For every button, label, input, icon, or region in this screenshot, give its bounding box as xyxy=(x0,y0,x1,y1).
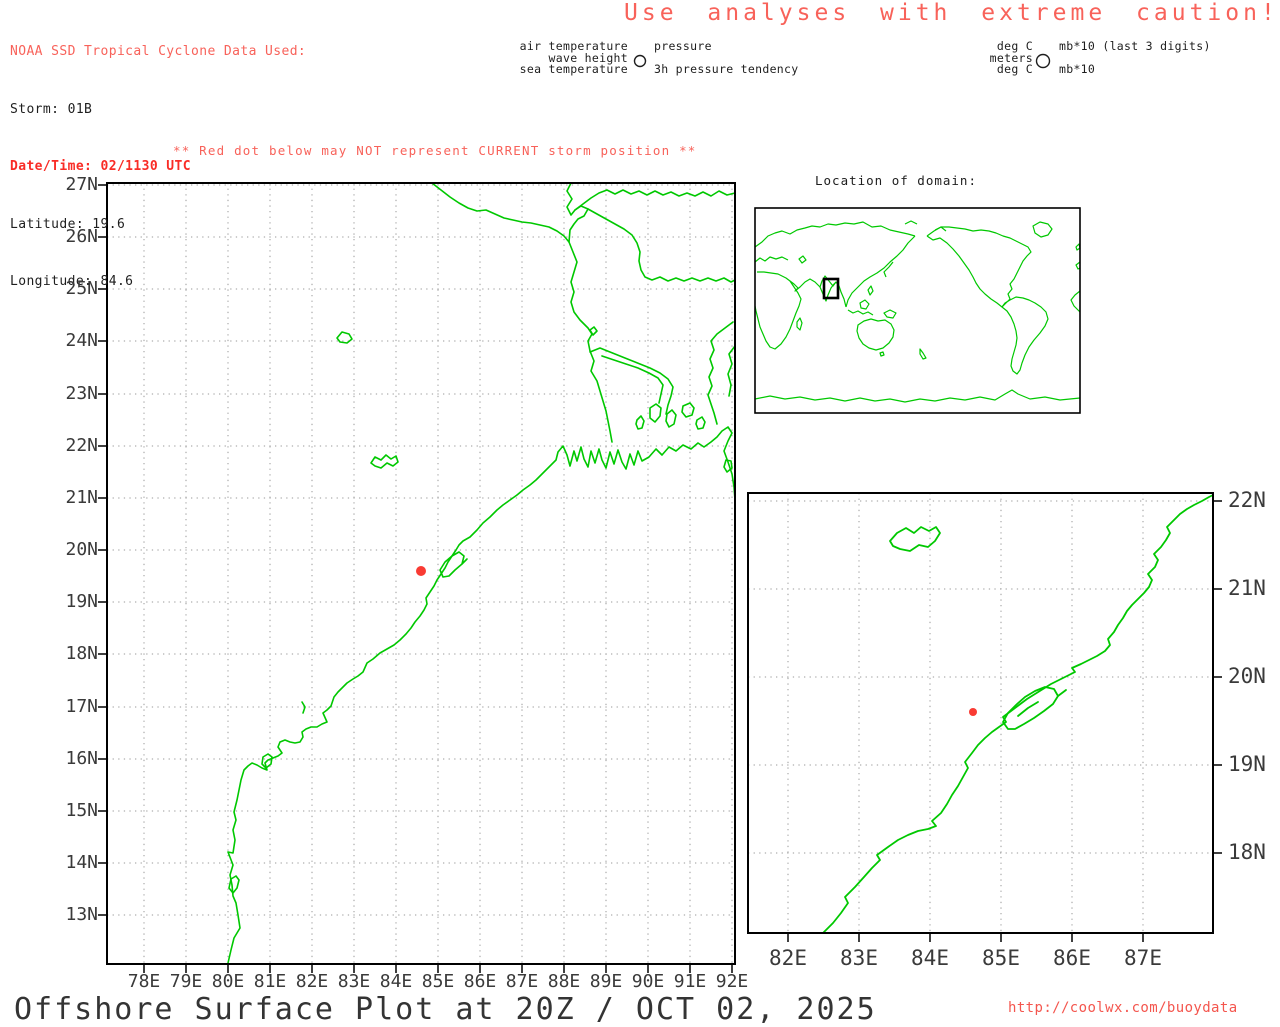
legend-pressure: pressure xyxy=(654,39,712,53)
lat-tick-label: 20N xyxy=(1228,664,1266,688)
lon-tick-label: 85E xyxy=(982,946,1020,970)
lon-tick-label: 82E xyxy=(295,971,329,992)
lat-tick-label: 24N xyxy=(65,330,98,351)
lon-tick-label: 83E xyxy=(840,946,878,970)
lon-tick-label: 84E xyxy=(911,946,949,970)
lon-tick-label: 92E xyxy=(715,971,749,992)
lon-tick-label: 86E xyxy=(1053,946,1091,970)
lat-tick-label: 14N xyxy=(65,852,98,873)
zoom-map-coastline xyxy=(822,494,1214,934)
station-model-legend-left: air temperature pressure wave height sea… xyxy=(470,39,799,76)
lon-tick-label: 90E xyxy=(631,971,665,992)
data-source-label: NOAA SSD Tropical Cyclone Data Used: xyxy=(10,44,307,59)
lon-tick-label: 83E xyxy=(337,971,371,992)
lat-tick-label: 26N xyxy=(65,226,98,247)
lon-tick-label: 91E xyxy=(673,971,707,992)
lat-tick-label: 13N xyxy=(65,904,98,925)
lon-tick-label: 89E xyxy=(589,971,623,992)
domain-inset-title: Location of domain: xyxy=(815,173,977,188)
lat-tick-label: 18N xyxy=(65,643,98,664)
station-model-legend-right: deg C mb*10 (last 3 digits) meters deg C… xyxy=(875,39,1211,76)
lon-tick-label: 87E xyxy=(505,971,539,992)
legend-sea-temperature: sea temperature xyxy=(519,62,628,76)
lon-tick-label: 78E xyxy=(127,971,161,992)
legend-pressure-tendency: 3h pressure tendency xyxy=(654,62,799,76)
lon-tick-label: 81E xyxy=(253,971,287,992)
site-url: http://coolwx.com/buoydata xyxy=(1008,1000,1238,1016)
storm-position-dot-zoom xyxy=(969,708,977,716)
lon-tick-label: 87E xyxy=(1124,946,1162,970)
plot-title: Offshore Surface Plot at 20Z / OCT 02, 2… xyxy=(14,992,877,1027)
caution-banner: Use analyses with extreme caution! xyxy=(624,0,1279,26)
zoom-map-grid xyxy=(748,493,1213,933)
lat-tick-label: 15N xyxy=(65,800,98,821)
lat-tick-label: 16N xyxy=(65,748,98,769)
lon-tick-label: 85E xyxy=(421,971,455,992)
lon-tick-label: 79E xyxy=(169,971,203,992)
lat-tick-label: 27N xyxy=(65,174,98,195)
storm-id: Storm: 01B xyxy=(10,101,93,117)
legend-unit-degc-bottom: deg C xyxy=(996,62,1033,76)
lat-tick-label: 20N xyxy=(65,539,98,560)
storm-position-dot xyxy=(416,566,426,576)
lat-tick-label: 17N xyxy=(65,696,98,717)
lon-tick-label: 80E xyxy=(211,971,245,992)
lat-tick-label: 22N xyxy=(65,435,98,456)
lat-tick-label: 21N xyxy=(65,487,98,508)
zoom-map-frame xyxy=(747,492,1214,934)
world-inset-coastline xyxy=(754,220,1081,403)
lat-tick-label: 22N xyxy=(1228,488,1266,512)
lat-tick-label: 21N xyxy=(1228,576,1266,600)
warning-note: ** Red dot below may NOT represent CURRE… xyxy=(173,143,697,158)
lat-tick-label: 23N xyxy=(65,383,98,404)
lat-tick-label: 19N xyxy=(65,591,98,612)
lat-tick-label: 25N xyxy=(65,278,98,299)
world-inset-frame xyxy=(754,207,1081,414)
lon-tick-label: 82E xyxy=(769,946,807,970)
lon-tick-label: 88E xyxy=(547,971,581,992)
legend-unit-mb10-bottom: mb*10 xyxy=(1059,62,1096,76)
lat-tick-label: 18N xyxy=(1228,840,1266,864)
legend-unit-mb10-top: mb*10 (last 3 digits) xyxy=(1059,39,1211,53)
lon-tick-label: 84E xyxy=(379,971,413,992)
lon-tick-label: 86E xyxy=(463,971,497,992)
lat-tick-label: 19N xyxy=(1228,752,1266,776)
